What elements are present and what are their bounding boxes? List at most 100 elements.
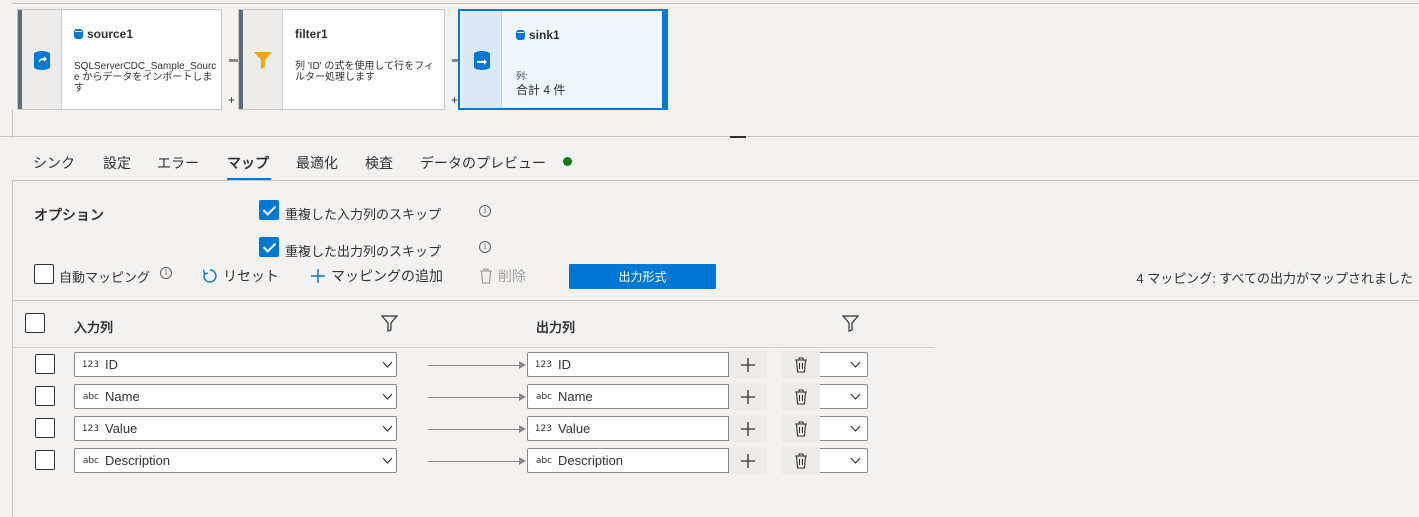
delete-row-button[interactable] [782,383,820,410]
type-badge: abc [82,455,99,466]
output-column-header: 出力列 [536,320,576,335]
tab-sink[interactable]: シンク [33,153,75,173]
node-columns-label: 列: [516,71,528,81]
node-description: SQLServerCDC_Sample_Source からデータをインポートしま… [74,61,217,94]
arrow-head-icon [519,457,526,465]
database-icon [74,29,83,39]
mapping-arrow [428,461,520,462]
filter-icon[interactable] [381,315,398,332]
type-badge: abc [535,391,552,402]
add-row-button[interactable] [729,351,767,378]
plus-icon [741,357,755,372]
output-dropdown[interactable] [820,352,868,377]
output-dropdown[interactable] [820,416,868,441]
filter-icon[interactable] [842,315,859,332]
input-column-name: ID [105,357,118,372]
canvas-top-border [12,3,1419,4]
add-transform-button[interactable]: + [228,93,235,107]
delete-row-button[interactable] [782,415,820,442]
tab-mapping[interactable]: マップ [227,153,269,173]
mapping-status-text: 4 マッピング: すべての出力がマップされました [1136,271,1413,286]
mapping-arrow [428,365,520,366]
preview-status-dot [563,157,572,166]
options-title: オプション [34,207,104,223]
node-description: 列 'ID' の式を使用して行をフィルター処理します [295,61,434,83]
add-row-button[interactable] [729,383,767,410]
filter-icon [243,10,283,109]
arrow-head-icon [519,425,526,433]
row-checkbox[interactable] [35,354,55,374]
add-row-button[interactable] [729,447,767,474]
output-column-field[interactable]: 123 Value [527,416,729,441]
sink-node[interactable]: sink1 列: 合計 4 件 [458,9,668,110]
info-icon[interactable]: i [479,205,491,217]
output-column-field[interactable]: abc Name [527,384,729,409]
chevron-down-icon [378,448,396,473]
reset-button[interactable]: リセット [202,266,279,286]
skip-duplicate-output-checkbox[interactable] [259,237,279,257]
chevron-down-icon [378,352,396,377]
row-checkbox[interactable] [35,418,55,438]
type-badge: 123 [81,423,99,434]
input-column-select[interactable]: abc Name [74,384,397,409]
source-node[interactable]: source1 SQLServerCDC_Sample_Source からデータ… [17,9,235,110]
delete-button[interactable]: 削除 [479,266,526,286]
trash-icon [795,420,807,437]
output-column-name: ID [558,357,571,372]
output-dropdown[interactable] [820,384,868,409]
pipeline-canvas: source1 SQLServerCDC_Sample_Source からデータ… [0,0,1419,137]
sink-icon [462,11,502,108]
type-badge: abc [535,455,552,466]
output-column-name: Description [558,453,624,468]
output-column-field[interactable]: 123 ID [527,352,729,377]
type-badge: 123 [534,359,552,370]
input-column-select[interactable]: abc Description [74,448,397,473]
row-checkbox[interactable] [35,386,55,406]
skip-duplicate-input-checkbox[interactable] [259,200,279,220]
select-all-checkbox[interactable] [25,313,45,333]
tab-inspect[interactable]: 検査 [365,153,393,173]
plus-icon [741,421,755,436]
plus-icon [741,453,755,468]
input-column-name: Name [105,389,140,404]
output-dropdown[interactable] [820,448,868,473]
header-divider [12,347,934,348]
arrow-head-icon [519,393,526,401]
tab-settings[interactable]: 設定 [103,153,131,173]
trash-icon [795,452,807,469]
filter-node[interactable]: filter1 列 'ID' の式を使用して行をフィルター処理します + [238,9,458,110]
node-title: source1 [74,27,133,41]
input-column-select[interactable]: 123 ID [74,352,397,377]
delete-row-button[interactable] [782,447,820,474]
tab-data-preview[interactable]: データのプレビュー [420,153,546,173]
add-mapping-button[interactable]: マッピングの追加 [310,266,443,286]
type-badge: 123 [81,359,99,370]
info-icon[interactable]: i [479,241,491,253]
add-transform-button[interactable]: + [451,93,458,107]
chevron-down-icon [850,457,861,464]
input-column-select[interactable]: 123 Value [74,416,397,441]
chevron-down-icon [378,384,396,409]
input-column-header: 入力列 [74,320,114,335]
chevron-down-icon [850,361,861,368]
auto-mapping-label: 自動マッピング [59,270,151,285]
output-format-button[interactable]: 出力形式 [569,264,716,289]
row-checkbox[interactable] [35,450,55,470]
info-icon[interactable]: i [160,267,172,279]
chevron-down-icon [378,416,396,441]
type-badge: 123 [534,423,552,434]
plus-icon [741,389,755,404]
tab-optimize[interactable]: 最適化 [296,153,338,173]
chevron-down-icon [850,393,861,400]
tab-bar: シンク 設定 エラー マップ 最適化 検査 データのプレビュー [12,138,1419,181]
output-column-field[interactable]: abc Description [527,448,729,473]
tab-errors[interactable]: エラー [157,153,199,173]
output-column-name: Value [558,421,591,436]
auto-mapping-checkbox[interactable] [34,264,54,284]
trash-icon [480,268,492,284]
plus-icon [311,269,325,283]
arrow-head-icon [519,361,526,369]
add-row-button[interactable] [729,415,767,442]
delete-row-button[interactable] [782,351,820,378]
skip-duplicate-input-label: 重複した入力列のスキップ [285,207,442,222]
